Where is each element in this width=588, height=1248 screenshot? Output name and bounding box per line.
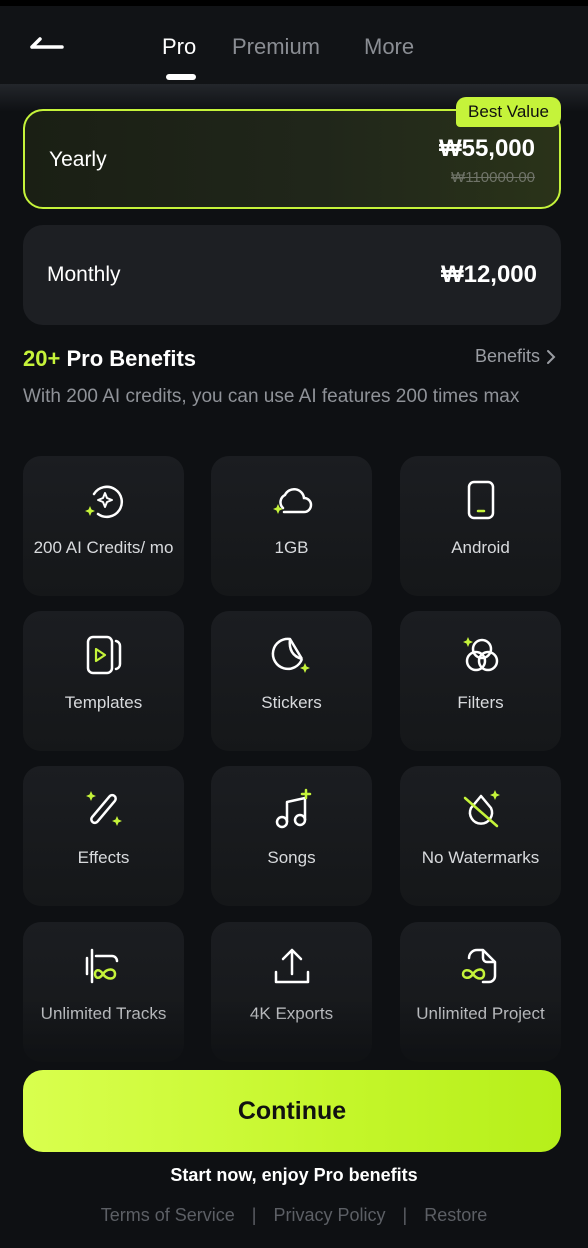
tab-premium[interactable]: Premium [232, 33, 320, 61]
tab-more[interactable]: More [364, 33, 414, 61]
benefit-tile-no-watermarks: No Watermarks [400, 766, 561, 906]
benefit-tile-templates: Templates [23, 611, 184, 751]
templates-icon [86, 635, 121, 675]
benefit-label: 1GB [274, 538, 309, 557]
chevron-right-icon [547, 349, 556, 364]
best-value-badge: Best Value [456, 97, 561, 127]
upload-icon [274, 948, 309, 984]
benefit-label: Songs [267, 848, 316, 867]
benefit-tile-android: Android [400, 456, 561, 596]
benefit-tile-filters: Filters [400, 611, 561, 751]
benefits-link-label: Benefits [474, 346, 540, 366]
footer-links: Terms of Service | Privacy Policy | Rest… [0, 1205, 588, 1226]
benefits-description: With 200 AI credits, you can use AI feat… [23, 386, 520, 407]
restore-link[interactable]: Restore [424, 1205, 487, 1225]
benefit-tile-unlimited-tracks: Unlimited Tracks [23, 922, 184, 1062]
cta-tagline: Start now, enjoy Pro benefits [170, 1165, 418, 1185]
back-button[interactable] [26, 30, 70, 64]
plan-monthly-name: Monthly [47, 263, 121, 286]
benefit-label: Unlimited Tracks [40, 1004, 167, 1023]
continue-button[interactable]: Continue [23, 1070, 561, 1152]
magic-wand-icon [85, 791, 122, 826]
benefit-label: Unlimited Project [416, 1004, 545, 1023]
plan-yearly-name: Yearly [49, 148, 107, 171]
terms-of-service-link[interactable]: Terms of Service [101, 1205, 235, 1225]
benefit-label: Templates [64, 693, 143, 712]
unlimited-tracks-icon [85, 948, 118, 984]
music-note-icon [275, 788, 311, 829]
top-bar: Pro Premium More [0, 0, 588, 84]
stickers-icon [271, 637, 310, 673]
cloud-icon [272, 488, 312, 514]
benefit-label: Effects [77, 848, 130, 867]
benefit-tile-storage: 1GB [211, 456, 372, 596]
footer-separator: | [402, 1205, 408, 1225]
unlimited-project-icon [461, 948, 496, 984]
benefits-count: 20+ [23, 346, 61, 371]
filters-icon [462, 637, 498, 672]
benefit-label: Android [451, 538, 510, 557]
benefits-title: 20+ Pro Benefits [23, 346, 196, 372]
benefit-tile-stickers: Stickers [211, 611, 372, 751]
benefit-label: Filters [457, 693, 504, 712]
benefit-tile-effects: Effects [23, 766, 184, 906]
benefits-title-text: Pro Benefits [66, 346, 197, 371]
phone-icon [467, 480, 494, 520]
privacy-policy-link[interactable]: Privacy Policy [273, 1205, 385, 1225]
plan-yearly-old-price: ₩110000.00 [451, 169, 535, 186]
benefit-label: 4K Exports [249, 1004, 334, 1023]
active-tab-indicator [166, 74, 196, 80]
plan-yearly-price: ₩55,000 [438, 135, 535, 162]
plan-monthly-price: ₩12,000 [440, 261, 537, 288]
benefits-link[interactable]: Benefits [475, 346, 556, 367]
benefit-tile-4k-exports: 4K Exports [211, 922, 372, 1062]
plan-monthly-card[interactable]: Monthly ₩12,000 [23, 225, 561, 325]
benefit-tile-ai-credits: 200 AI Credits/ mo [23, 456, 184, 596]
benefit-label: No Watermarks [421, 848, 540, 867]
no-watermark-icon [463, 790, 500, 828]
benefit-tile-unlimited-project: Unlimited Project [400, 922, 561, 1062]
back-arrow-icon [30, 37, 64, 49]
benefit-label: Stickers [261, 693, 322, 712]
ai-credits-icon [84, 485, 123, 519]
status-strip [0, 0, 588, 6]
plan-yearly-card[interactable]: Yearly ₩55,000 ₩110000.00 Best Value [23, 97, 561, 209]
footer-separator: | [251, 1205, 257, 1225]
benefit-tile-songs: Songs [211, 766, 372, 906]
subscription-page: Pro Premium More Yearly ₩55,000 ₩110000.… [0, 0, 588, 1248]
tab-pro[interactable]: Pro [162, 33, 196, 61]
benefit-label: 200 AI Credits/ mo [33, 538, 174, 557]
